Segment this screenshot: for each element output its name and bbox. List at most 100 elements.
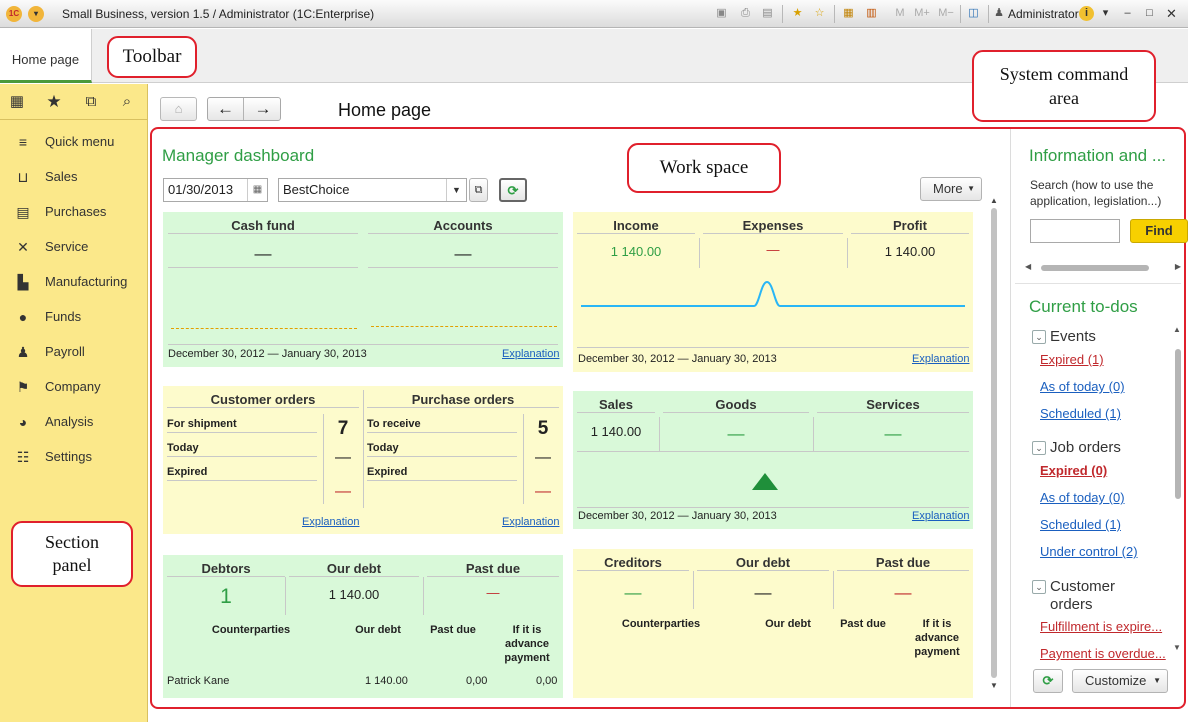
refresh-button[interactable]: ⟳ bbox=[499, 178, 527, 202]
company-field[interactable]: BestChoice ▼ bbox=[278, 178, 467, 202]
open-company-button[interactable]: ⧉ bbox=[469, 178, 488, 202]
services-header[interactable]: Services bbox=[817, 397, 969, 413]
to-receive-count[interactable]: 5 bbox=[531, 418, 555, 440]
today-count[interactable]: — bbox=[331, 449, 355, 467]
calendar-picker-icon[interactable]: ▦ bbox=[247, 179, 267, 201]
for-shipment-count[interactable]: 7 bbox=[331, 418, 355, 440]
favorites-icon[interactable]: ☆ bbox=[812, 6, 827, 21]
purchase-orders-header[interactable]: Purchase orders bbox=[367, 392, 559, 408]
sidebar-item-manufacturing[interactable]: ▙ Manufacturing bbox=[0, 267, 147, 297]
minimize-icon[interactable]: – bbox=[1120, 6, 1135, 21]
1c-logo-icon[interactable]: 1C bbox=[6, 6, 22, 22]
sidebar-item-sales[interactable]: ⊔ Sales bbox=[0, 162, 147, 192]
our-debt-header[interactable]: Our debt bbox=[697, 555, 829, 571]
creditors-header[interactable]: Creditors bbox=[577, 555, 689, 571]
calculator-icon[interactable]: ▦ bbox=[841, 6, 856, 21]
sales-value[interactable]: 1 140.00 bbox=[577, 424, 655, 439]
job-orders-control-link[interactable]: Under control (2) bbox=[1040, 544, 1138, 559]
events-today-link[interactable]: As of today (0) bbox=[1040, 379, 1125, 394]
past-due-value[interactable]: — bbox=[837, 583, 969, 603]
info-icon[interactable]: i bbox=[1079, 6, 1094, 21]
job-orders-expired-link[interactable]: Expired (0) bbox=[1040, 463, 1107, 478]
today-count[interactable]: — bbox=[531, 449, 555, 467]
find-button[interactable]: Find bbox=[1130, 219, 1188, 243]
past-due-value[interactable]: — bbox=[427, 585, 559, 600]
close-icon[interactable]: ✕ bbox=[1164, 6, 1179, 21]
income-header[interactable]: Income bbox=[577, 218, 695, 234]
memory-store-button[interactable]: M bbox=[893, 6, 907, 21]
explanation-link[interactable]: Explanation bbox=[502, 348, 560, 360]
debtors-value[interactable]: 1 bbox=[167, 585, 285, 609]
events-group-label[interactable]: Events bbox=[1050, 328, 1096, 345]
explanation-link[interactable]: Explanation bbox=[912, 353, 970, 365]
cash-fund-header[interactable]: Cash fund bbox=[168, 218, 358, 234]
creditors-value[interactable]: — bbox=[577, 583, 689, 603]
job-orders-scheduled-link[interactable]: Scheduled (1) bbox=[1040, 517, 1121, 532]
job-orders-today-link[interactable]: As of today (0) bbox=[1040, 490, 1125, 505]
todos-refresh-button[interactable]: ⟳ bbox=[1033, 669, 1063, 693]
collapse-events-icon[interactable]: ⌄ bbox=[1032, 330, 1046, 344]
income-value[interactable]: 1 140.00 bbox=[577, 244, 695, 259]
our-debt-value[interactable]: 1 140.00 bbox=[289, 587, 419, 602]
information-title[interactable]: Information and ... bbox=[1029, 146, 1166, 166]
expired-count[interactable]: — bbox=[531, 483, 555, 501]
customize-button[interactable]: Customize ▼ bbox=[1072, 669, 1168, 693]
sidebar-item-company[interactable]: ⚑ Company bbox=[0, 372, 147, 402]
debtors-header[interactable]: Debtors bbox=[167, 561, 285, 577]
print-icon[interactable]: ⎙ bbox=[738, 6, 753, 21]
tab-home-page[interactable]: Home page bbox=[0, 29, 92, 83]
search-icon[interactable]: ⌕ bbox=[118, 93, 136, 111]
memory-add-button[interactable]: M+ bbox=[911, 6, 933, 21]
past-due-header[interactable]: Past due bbox=[837, 555, 969, 571]
sidebar-item-settings[interactable]: ☷ Settings bbox=[0, 442, 147, 472]
explanation-link[interactable]: Explanation bbox=[912, 510, 970, 522]
calendar-icon[interactable]: ▥ bbox=[864, 6, 879, 21]
job-orders-group-label[interactable]: Job orders bbox=[1050, 439, 1121, 456]
save-icon[interactable]: ▣ bbox=[714, 6, 729, 21]
payment-overdue-link[interactable]: Payment is overdue... bbox=[1040, 646, 1166, 661]
services-value[interactable]: — bbox=[817, 424, 969, 444]
customer-orders-header[interactable]: Customer orders bbox=[167, 392, 359, 408]
sales-header[interactable]: Sales bbox=[577, 397, 655, 413]
todos-scrollbar[interactable]: ▲ ▼ bbox=[1173, 325, 1183, 655]
customer-orders-group-label[interactable]: Customer orders bbox=[1050, 578, 1146, 614]
fulfillment-expired-link[interactable]: Fulfillment is expire... bbox=[1040, 619, 1162, 634]
expired-count[interactable]: — bbox=[331, 483, 355, 501]
workspace-scrollbar[interactable]: ▲ ▼ bbox=[988, 196, 1000, 694]
sidebar-item-purchases[interactable]: ▤ Purchases bbox=[0, 197, 147, 227]
sidebar-item-service[interactable]: ✕ Service bbox=[0, 232, 147, 262]
history-icon[interactable]: ⧉ bbox=[82, 93, 100, 111]
expenses-value[interactable]: — bbox=[703, 242, 843, 257]
main-menu-icon[interactable]: ▾ bbox=[28, 6, 44, 22]
memory-subtract-button[interactable]: M− bbox=[935, 6, 957, 21]
goods-header[interactable]: Goods bbox=[663, 397, 809, 413]
sidebar-item-payroll[interactable]: ♟ Payroll bbox=[0, 337, 147, 367]
cash-fund-value[interactable]: — bbox=[168, 244, 358, 264]
chevron-down-icon[interactable]: ▼ bbox=[446, 179, 466, 201]
panels-icon[interactable]: ◫ bbox=[966, 6, 981, 21]
collapse-job-orders-icon[interactable]: ⌄ bbox=[1032, 441, 1046, 455]
past-due-header[interactable]: Past due bbox=[427, 561, 559, 577]
home-button[interactable]: ⌂ bbox=[160, 97, 197, 121]
events-scheduled-link[interactable]: Scheduled (1) bbox=[1040, 406, 1121, 421]
goods-value[interactable]: — bbox=[663, 424, 809, 444]
sidebar-item-quick-menu[interactable]: ≡ Quick menu bbox=[0, 127, 147, 157]
maximize-icon[interactable]: □ bbox=[1142, 6, 1157, 21]
info-horizontal-scrollbar[interactable]: ◀ ▶ bbox=[1025, 262, 1181, 274]
our-debt-value[interactable]: — bbox=[697, 583, 829, 603]
date-field[interactable]: 01/30/2013 ▦ bbox=[163, 178, 268, 202]
back-arrow-icon[interactable]: ← bbox=[208, 98, 244, 120]
events-expired-link[interactable]: Expired (1) bbox=[1040, 352, 1104, 367]
user-name[interactable]: Administrator bbox=[1008, 7, 1079, 21]
star-icon[interactable]: ★ bbox=[45, 93, 63, 111]
counterparty-name[interactable]: Patrick Kane bbox=[167, 675, 229, 687]
chevron-down-icon[interactable]: ▾ bbox=[1098, 6, 1113, 21]
our-debt-header[interactable]: Our debt bbox=[289, 561, 419, 577]
accounts-value[interactable]: — bbox=[368, 244, 558, 264]
collapse-customer-orders-icon[interactable]: ⌄ bbox=[1032, 580, 1046, 594]
apps-grid-icon[interactable]: ▦ bbox=[8, 93, 26, 111]
expenses-header[interactable]: Expenses bbox=[703, 218, 843, 234]
explanation-link[interactable]: Explanation bbox=[502, 516, 560, 528]
profit-header[interactable]: Profit bbox=[851, 218, 969, 234]
more-button[interactable]: More ▼ bbox=[920, 177, 982, 201]
